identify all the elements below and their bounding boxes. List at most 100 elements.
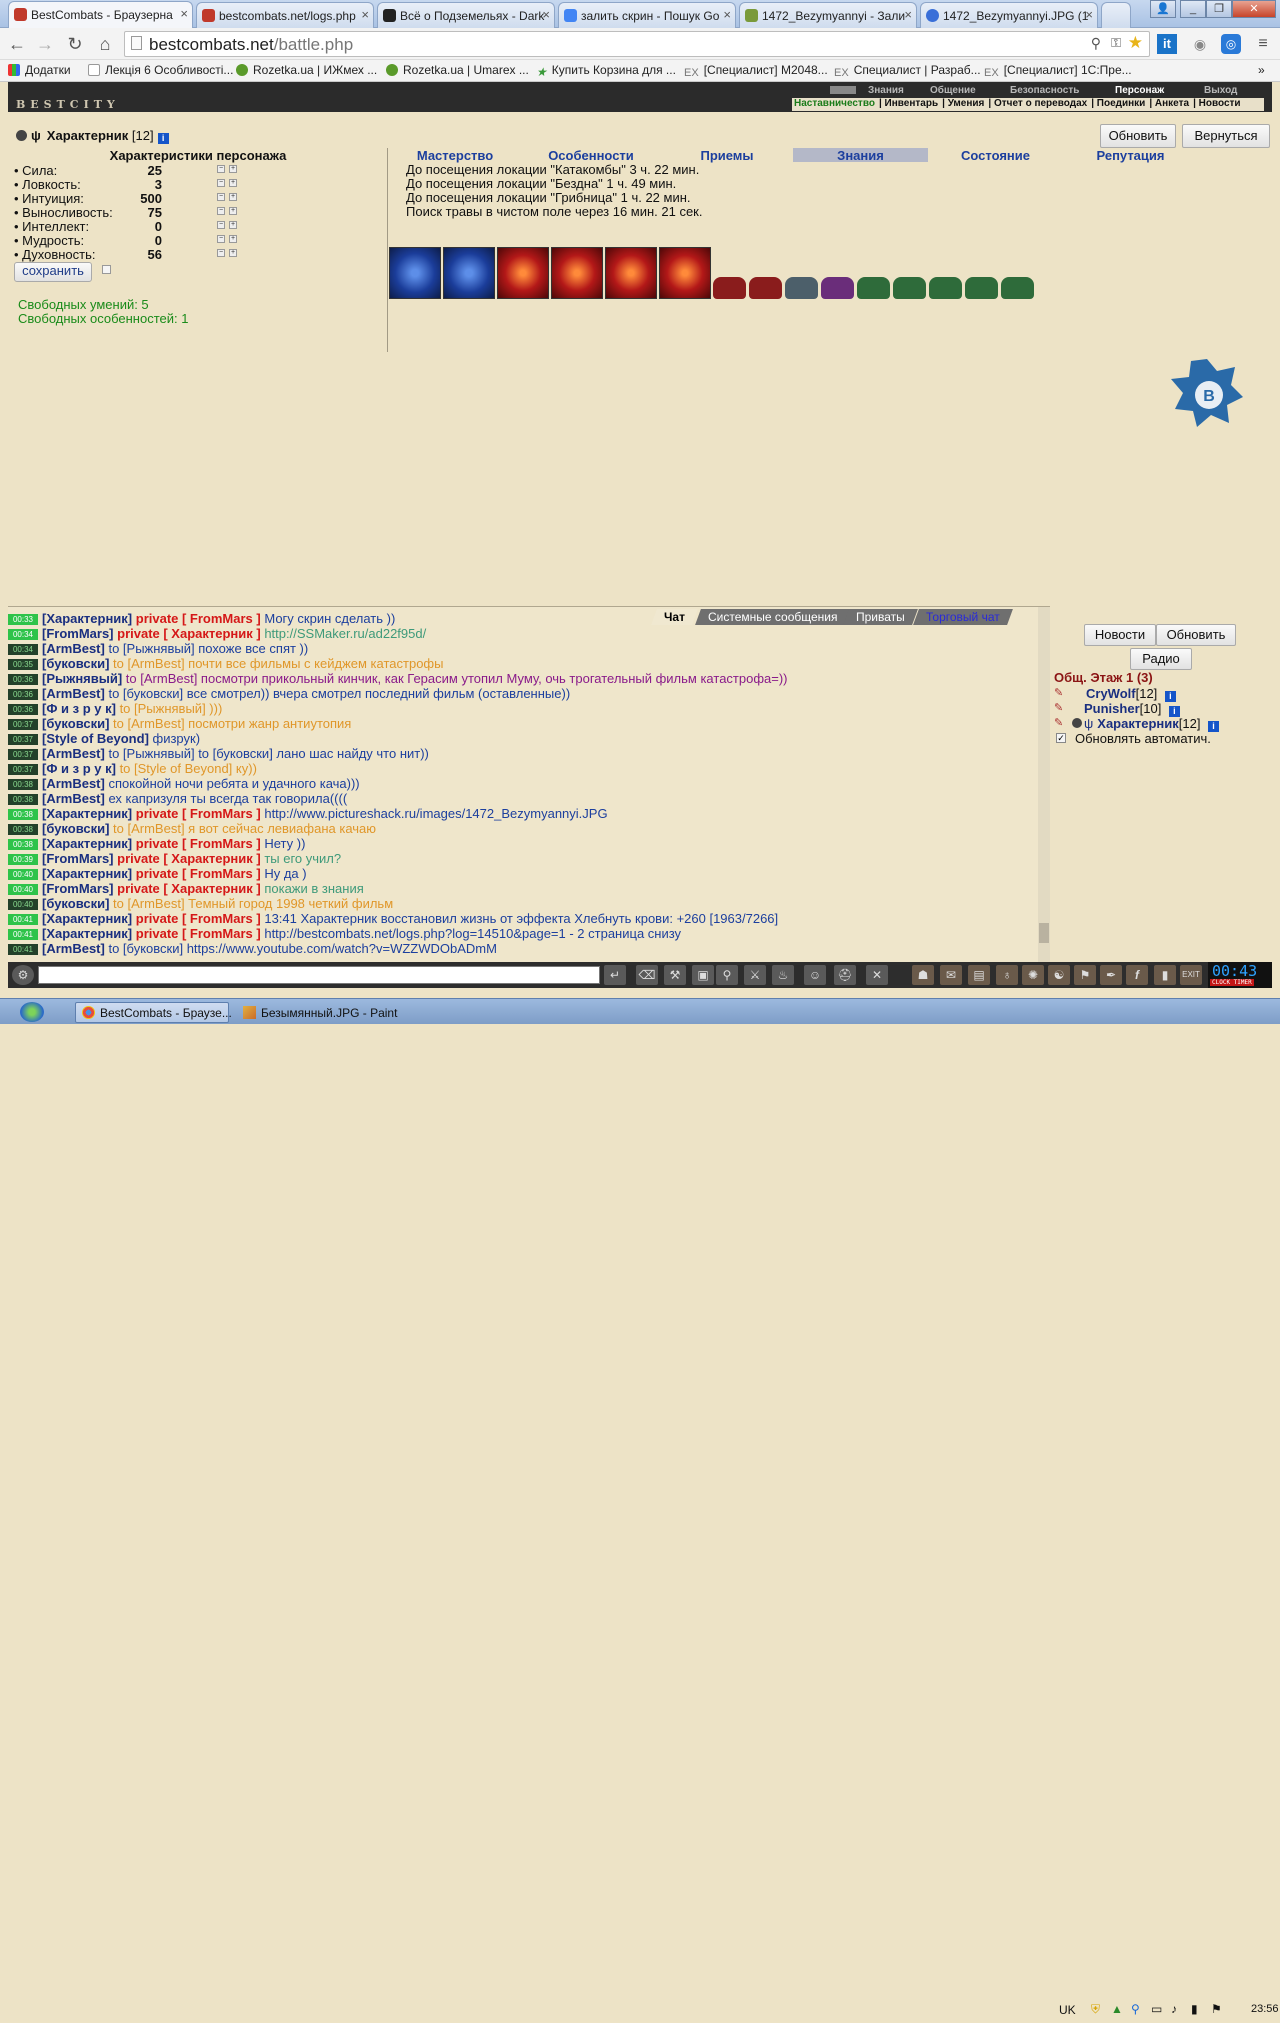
message-time[interactable]: 00:33 xyxy=(8,614,38,625)
bookmark-item[interactable]: EX Специалист | Разраб... xyxy=(834,63,981,79)
tab-reputation[interactable]: Репутация xyxy=(1063,148,1198,163)
bookmarks-overflow-icon[interactable]: » xyxy=(1258,63,1265,77)
save-icon[interactable]: ▣ xyxy=(692,965,714,985)
plus-icon[interactable]: + xyxy=(229,235,237,243)
armor-icon[interactable] xyxy=(965,277,998,299)
minus-icon[interactable]: − xyxy=(217,249,225,257)
taskbar-item-browser[interactable]: BestCombats - Браузе... xyxy=(75,1002,232,1023)
chat-scrollbar[interactable] xyxy=(1038,607,1050,962)
address-bar[interactable]: bestcombats.net/battle.php ⚲ ⚿ ★ xyxy=(124,31,1150,57)
extension-record-icon[interactable]: ◉ xyxy=(1189,33,1211,55)
whisper-icon[interactable]: ✎ xyxy=(1054,716,1063,729)
new-tab-button[interactable] xyxy=(1101,2,1131,28)
language-indicator[interactable]: UK xyxy=(1059,2003,1076,2017)
save-stats-button[interactable]: сохранить xyxy=(14,262,92,282)
signal-icon[interactable]: ▮ xyxy=(1191,2002,1198,2016)
tab-features[interactable]: Особенности xyxy=(526,148,656,163)
scroll-quill-icon[interactable]: ✒ xyxy=(1100,965,1122,985)
message-author[interactable]: [ArmBest] xyxy=(42,746,108,761)
key-icon[interactable]: ⚿ xyxy=(1111,35,1121,51)
confirm-checkbox[interactable] xyxy=(102,265,111,274)
browser-tab[interactable]: bestcombats.net/logs.php × xyxy=(196,2,374,28)
message-author[interactable]: [ArmBest] xyxy=(42,641,108,656)
message-author[interactable]: [ArmBest] xyxy=(42,776,108,791)
volume-icon[interactable]: ♪ xyxy=(1171,2002,1177,2016)
message-time[interactable]: 00:39 xyxy=(8,854,38,865)
swirl-icon[interactable]: ✺ xyxy=(1022,965,1044,985)
plus-icon[interactable]: + xyxy=(229,249,237,257)
home-icon[interactable]: ⌂ xyxy=(94,33,116,55)
message-author[interactable]: [ArmBest] xyxy=(42,941,108,956)
info-icon[interactable]: i xyxy=(157,133,169,144)
extension-app-icon[interactable]: ◎ xyxy=(1221,34,1241,54)
refresh-button[interactable]: Обновить xyxy=(1100,124,1176,148)
message-time[interactable]: 00:38 xyxy=(8,824,38,835)
yin-yang-icon[interactable]: ☯ xyxy=(1048,965,1070,985)
minimize-button[interactable]: _ xyxy=(1180,0,1206,18)
menu-character[interactable]: Персонаж xyxy=(1115,85,1164,96)
message-author[interactable]: [Характерник] xyxy=(42,611,136,626)
minus-icon[interactable]: − xyxy=(217,193,225,201)
message-author[interactable]: [Характерник] xyxy=(42,836,136,851)
blue-book-icon[interactable] xyxy=(389,247,441,299)
bookmark-item[interactable]: Лекція 6 Особливості... xyxy=(88,63,233,77)
message-author[interactable]: [ArmBest] xyxy=(42,686,108,701)
armor-icon[interactable] xyxy=(857,277,890,299)
message-time[interactable]: 00:35 xyxy=(8,659,38,670)
chat-input[interactable] xyxy=(38,966,600,984)
message-time[interactable]: 00:38 xyxy=(8,779,38,790)
red-book-icon[interactable] xyxy=(497,247,549,299)
message-author[interactable]: [Рыжнявый] xyxy=(42,671,126,686)
armor-icon[interactable] xyxy=(785,277,818,299)
tab-mastery[interactable]: Мастерство xyxy=(394,148,516,163)
swords-icon[interactable]: ⚔ xyxy=(744,965,766,985)
red-book-icon[interactable] xyxy=(551,247,603,299)
exit-icon[interactable]: EXIT xyxy=(1180,965,1202,985)
chat-tab-private[interactable]: Приваты xyxy=(843,609,918,625)
bookmark-apps[interactable]: Додатки xyxy=(8,63,71,77)
close-icon[interactable]: × xyxy=(904,7,912,22)
plus-icon[interactable]: + xyxy=(229,179,237,187)
submenu-mentorship[interactable]: Наставничество xyxy=(794,98,875,109)
menu-icon[interactable]: ≡ xyxy=(1252,33,1274,55)
refresh-online-button[interactable]: Обновить xyxy=(1156,624,1236,646)
submenu-profile[interactable]: Анкета xyxy=(1155,98,1189,109)
minus-icon[interactable]: − xyxy=(217,235,225,243)
online-user[interactable]: Punisher[10] i xyxy=(1084,701,1180,717)
message-author[interactable]: [Ф и з р у к] xyxy=(42,701,120,716)
message-author[interactable]: [Характерник] xyxy=(42,911,136,926)
message-author[interactable]: [буковски] xyxy=(42,821,113,836)
red-book-icon[interactable] xyxy=(659,247,711,299)
submenu-skills[interactable]: Умения xyxy=(948,98,985,109)
close-icon[interactable]: × xyxy=(1085,7,1093,22)
armor-icon[interactable] xyxy=(1001,277,1034,299)
settings-icon[interactable]: ⚙ xyxy=(12,965,34,985)
armor-icon[interactable] xyxy=(893,277,926,299)
message-time[interactable]: 00:36 xyxy=(8,704,38,715)
minus-icon[interactable]: − xyxy=(217,179,225,187)
message-time[interactable]: 00:37 xyxy=(8,764,38,775)
message-author[interactable]: [FromMars] xyxy=(42,626,117,641)
vk-logo-icon[interactable]: B xyxy=(1171,357,1243,429)
plus-icon[interactable]: + xyxy=(229,165,237,173)
minus-icon[interactable]: − xyxy=(217,221,225,229)
reload-icon[interactable]: ↻ xyxy=(64,33,86,55)
drive-icon[interactable]: ▲ xyxy=(1111,2002,1123,2016)
helmet-icon[interactable]: ⛑ xyxy=(834,965,856,985)
message-author[interactable]: [буковски] xyxy=(42,656,113,671)
bookmark-item[interactable]: Rozetka.ua | Umarex ... xyxy=(386,63,529,77)
red-book-icon[interactable] xyxy=(605,247,657,299)
eraser-icon[interactable]: ⌫ xyxy=(636,965,658,985)
menu-security[interactable]: Безопасность xyxy=(1010,85,1079,96)
network-icon[interactable]: ⚲ xyxy=(1131,2002,1140,2016)
message-time[interactable]: 00:38 xyxy=(8,809,38,820)
chat-tab-chat[interactable]: Чат xyxy=(651,609,698,625)
bookmark-item[interactable]: ★ Купить Корзина для ... xyxy=(536,63,676,79)
tab-knowledge[interactable]: Знания xyxy=(793,148,928,163)
scroll-icon[interactable]: ✉ xyxy=(940,965,962,985)
message-time[interactable]: 00:34 xyxy=(8,629,38,640)
message-time[interactable]: 00:38 xyxy=(8,794,38,805)
scrollbar-thumb[interactable] xyxy=(1039,923,1049,943)
back-button[interactable]: Вернуться xyxy=(1182,124,1270,148)
message-time[interactable]: 00:36 xyxy=(8,689,38,700)
